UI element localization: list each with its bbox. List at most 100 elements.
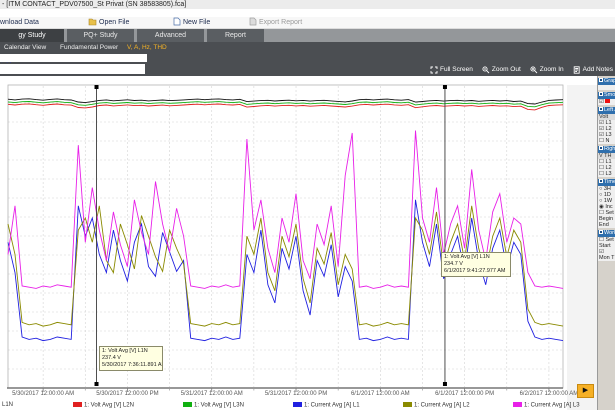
zoom-out-button[interactable]: Zoom Out	[482, 63, 521, 76]
collapse-icon[interactable]	[599, 92, 603, 96]
toolbar-label-export-report: Export Report	[259, 19, 302, 26]
panel-row-l3[interactable]: ☐ L3	[598, 171, 615, 177]
full-screen-label: Full Screen	[440, 63, 473, 76]
panel-row-label: End	[599, 222, 609, 228]
toolbar-new-file[interactable]: New File	[172, 17, 210, 29]
collapse-icon[interactable]	[599, 107, 603, 111]
table-link-box[interactable]: table	[0, 54, 147, 62]
legend-item-1-current-avg-a-l2: 1: Current Avg [A] L2	[403, 402, 470, 410]
main-area: ▶ 1: Volt Avg [V] L1N237.4 V5/30/2017 7:…	[0, 76, 615, 410]
zoom-out-label: Zoom Out	[492, 63, 521, 76]
toolbar-open-file[interactable]: Open File	[88, 17, 129, 29]
zoom-in-label: Zoom In	[540, 63, 564, 76]
callout-value: 237.4 V	[102, 355, 160, 362]
x-axis-label: 5/30/2017 12:00:00 PM	[85, 391, 169, 397]
collapse-icon[interactable]	[599, 78, 603, 82]
callout-value: 234.7 V	[444, 261, 508, 268]
panel-section-left-axis[interactable]: Left Axis	[598, 107, 615, 114]
toolbar-label-new-file: New File	[183, 19, 210, 26]
panel-section-title: Time	[604, 179, 615, 185]
legend-label: L1N	[2, 402, 13, 408]
add-notes-icon	[573, 66, 581, 74]
panel-row-mon-t: Mon T	[598, 255, 615, 261]
legend-swatch	[73, 402, 82, 407]
panel-section-title: Left Axis	[604, 107, 615, 113]
full-screen-icon	[430, 66, 438, 74]
checkbox-icon[interactable]: ☑	[599, 99, 604, 105]
legend-swatch	[513, 402, 522, 407]
viewmenu-calendar-view[interactable]: Calendar View	[4, 42, 46, 53]
panel-row-end: End	[598, 222, 615, 228]
cursor-callout-1[interactable]: 1: Volt Avg [V] L1N237.4 V5/30/2017 7:36…	[99, 346, 163, 371]
panel-section-title: Smoo	[604, 92, 615, 98]
legend-label: 1: Volt Avg [V] L3N	[194, 403, 244, 409]
legend-label: 1: Current Avg [A] L3	[524, 403, 580, 409]
x-axis-label: 5/31/2017 12:00:00 PM	[254, 391, 338, 397]
panel-section-smoo[interactable]: Smoo	[598, 92, 615, 99]
legend-label: 1: Current Avg [A] L2	[414, 403, 470, 409]
full-screen-button[interactable]: Full Screen	[430, 63, 473, 76]
series-color-swatch	[605, 99, 610, 103]
cursor-bottom-marker[interactable]	[443, 382, 447, 386]
panel-section-title: Graph	[604, 78, 615, 84]
view-menu-bar: Calendar View Fundamental Power V, A, Hz, …	[0, 42, 615, 53]
toolbar-export-report: Export Report	[248, 17, 302, 29]
cursor-callout-2[interactable]: 1: Volt Avg [V] L1N234.7 V6/1/2017 9:41:…	[441, 252, 511, 277]
panel-section-title: Right Axis	[604, 146, 615, 152]
panel-row-label: Mon T	[599, 255, 615, 261]
panel-row-spacer	[598, 85, 615, 90]
ribbon-tab-strip: gy StudyPQ+ StudyAdvancedReport	[0, 29, 615, 42]
panel-section-graph[interactable]: Graph	[598, 78, 615, 85]
panel-section-right-axis[interactable]: Right Axis	[598, 146, 615, 153]
title-bar: - [ITM CONTACT_PDV07500_St Privat (SN 38…	[0, 0, 615, 9]
left-field-row-1: table	[0, 53, 615, 63]
callout-series: 1: Volt Avg [V] L1N	[444, 254, 508, 261]
window-title: - [ITM CONTACT_PDV07500_St Privat (SN 38…	[2, 1, 186, 8]
panel-section-time[interactable]: Time	[598, 179, 615, 186]
panel-row-label: N	[604, 138, 610, 144]
legend-swatch	[183, 402, 192, 407]
panel-row-n[interactable]: ☐ N	[598, 138, 615, 144]
tab-gy-study[interactable]: gy Study	[0, 29, 64, 42]
viewmenu-fundamental-power[interactable]: Fundamental Power	[60, 42, 118, 53]
tab-pq-study[interactable]: PQ+ Study	[67, 29, 134, 42]
toolbar-label-wnload-data: wnload Data	[0, 19, 39, 26]
zoom-in-icon	[530, 66, 538, 74]
legend-label: 1: Current Avg [A] L1	[304, 403, 360, 409]
legend-item-1-volt-avg-v-l2n: 1: Volt Avg [V] L2N	[73, 402, 134, 410]
waveform-chart[interactable]	[0, 76, 597, 410]
chart-toolbar: Full Screen Zoom Out Zoom In Add Notes	[430, 63, 613, 76]
collapse-icon[interactable]	[599, 146, 603, 150]
callout-timestamp: 5/30/2017 7:36:11.891 AM	[102, 362, 160, 369]
cursor-bottom-marker[interactable]	[95, 382, 99, 386]
callout-timestamp: 6/1/2017 9:41:27.977 AM	[444, 268, 508, 275]
collapse-icon[interactable]	[599, 230, 603, 234]
toolbar-label-open-file: Open File	[99, 19, 129, 26]
add-notes-button[interactable]: Add Notes	[573, 63, 613, 76]
new-file-icon	[172, 17, 181, 26]
cursor-top-marker[interactable]	[95, 85, 99, 89]
app-window: - [ITM CONTACT_PDV07500_St Privat (SN 38…	[0, 0, 615, 410]
open-file-icon	[88, 17, 97, 26]
viewmenu-v-a-hz-thd[interactable]: V, A, Hz, THD	[127, 42, 167, 53]
zoom-out-icon	[482, 66, 490, 74]
scroll-right-button[interactable]: ▶	[577, 384, 594, 398]
toolbar-wnload-data[interactable]: wnload Data	[0, 17, 39, 29]
menu-bar	[0, 9, 615, 17]
tab-advanced[interactable]: Advanced	[137, 29, 204, 42]
left-field-row-2: Full Screen Zoom Out Zoom In Add Notes	[0, 63, 615, 76]
cursor-top-marker[interactable]	[443, 85, 447, 89]
collapse-icon[interactable]	[599, 179, 603, 183]
x-axis-label: 5/30/2017 12:00:00 AM	[1, 391, 85, 397]
callout-series: 1: Volt Avg [V] L1N	[102, 348, 160, 355]
export-report-icon	[248, 17, 257, 26]
tab-report[interactable]: Report	[207, 29, 264, 42]
chart-right-gutter	[567, 85, 597, 410]
legend-swatch	[293, 402, 302, 407]
legend-item-1-volt-avg-v-l3n: 1: Volt Avg [V] L3N	[183, 402, 244, 410]
zoom-in-button[interactable]: Zoom In	[530, 63, 564, 76]
chart-region: ▶ 1: Volt Avg [V] L1N237.4 V5/30/2017 7:…	[0, 76, 597, 410]
panel-row-1[interactable]: ☑	[598, 99, 615, 105]
panel-section-work[interactable]: Work	[598, 230, 615, 237]
empty-field[interactable]	[0, 64, 145, 74]
